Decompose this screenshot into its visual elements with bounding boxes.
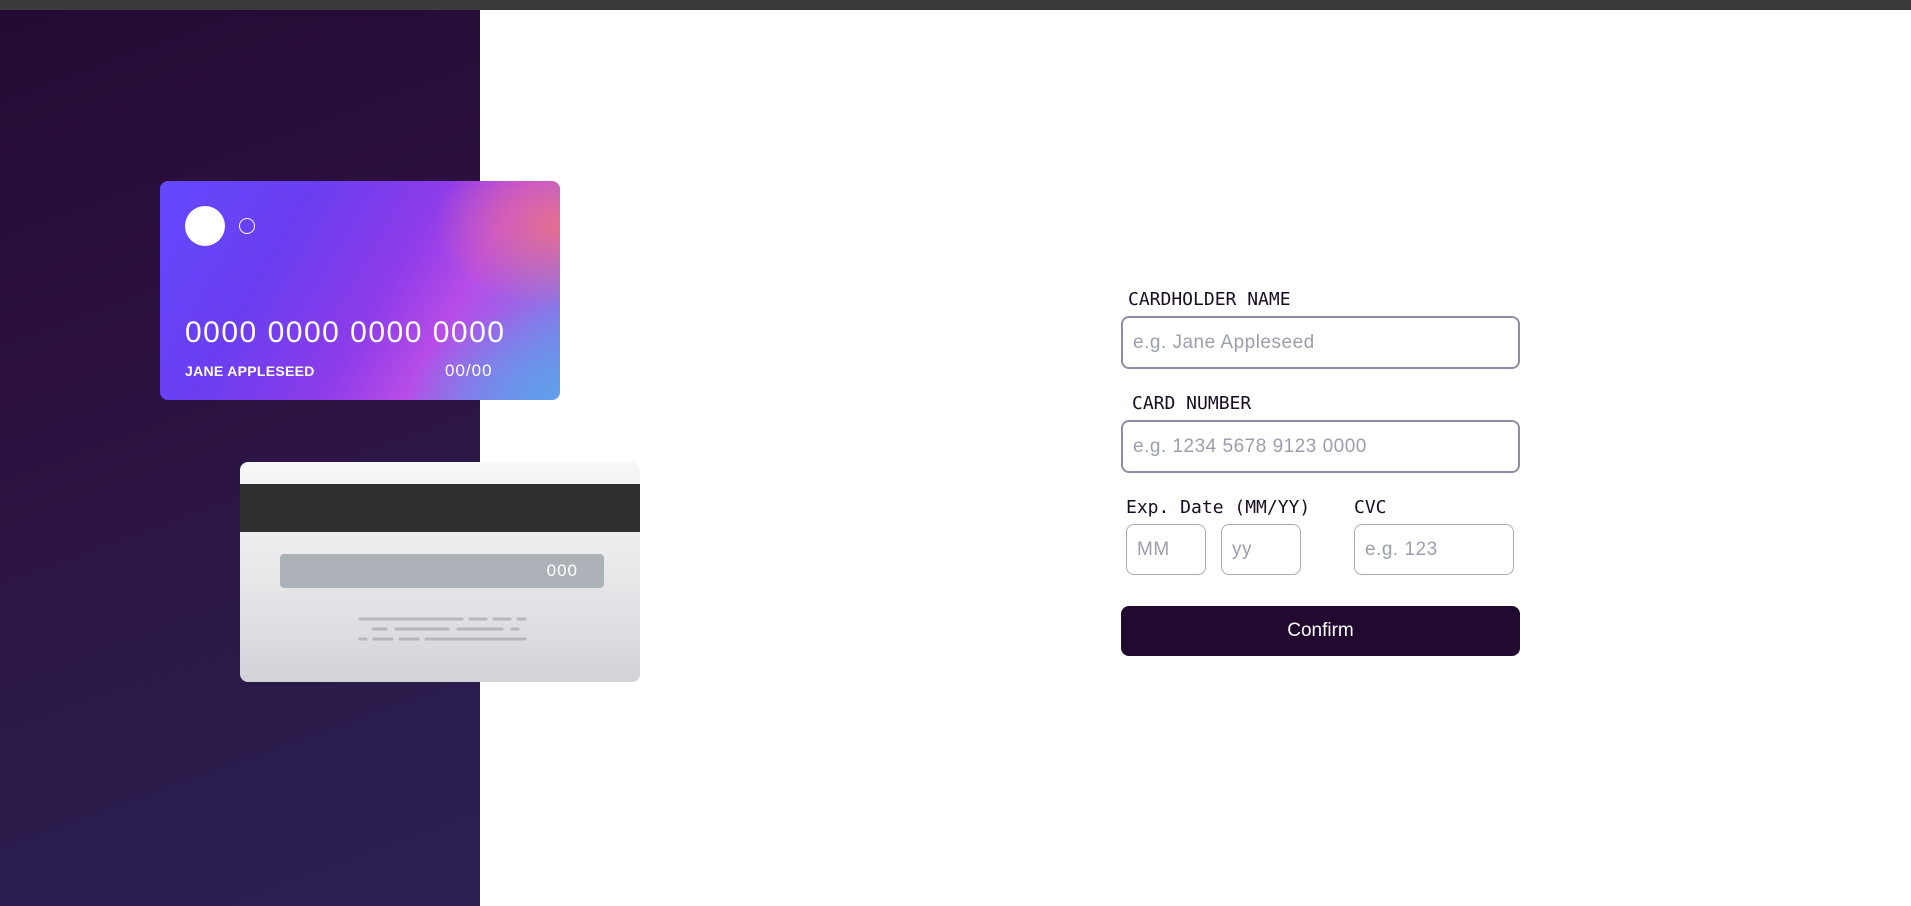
card-number-label: CARD NUMBER: [1132, 393, 1252, 414]
card-back: 000: [240, 462, 640, 682]
cardholder-name-display: JANE APPLESEED: [185, 363, 315, 379]
card-expiry-display: 00/00: [445, 361, 493, 380]
card-back-fine-print-lines: [358, 617, 527, 641]
card-logo-outline-circle-icon: [239, 218, 255, 234]
cardholder-name-label: CARDHOLDER NAME: [1128, 289, 1291, 310]
card-cvc-display: 000: [546, 561, 578, 580]
card-logo-filled-circle-icon: [185, 206, 225, 246]
card-front: 0000 0000 0000 0000 JANE APPLESEED 00/00: [160, 181, 560, 400]
card-number-display: 0000 0000 0000 0000: [185, 316, 506, 349]
browser-top-bar: [0, 0, 1911, 10]
exp-year-input[interactable]: [1221, 524, 1301, 575]
cvc-input[interactable]: [1354, 524, 1514, 575]
cvc-signature-strip: 000: [280, 554, 604, 588]
cvc-label: CVC: [1354, 497, 1387, 518]
magnetic-stripe: [240, 484, 640, 532]
exp-month-input[interactable]: [1126, 524, 1206, 575]
decorative-sidebar: [0, 10, 480, 906]
cardholder-name-input[interactable]: [1121, 316, 1520, 369]
card-number-input[interactable]: [1121, 420, 1520, 473]
exp-date-label: Exp. Date (MM/YY): [1126, 497, 1311, 518]
confirm-button[interactable]: Confirm: [1121, 606, 1520, 656]
